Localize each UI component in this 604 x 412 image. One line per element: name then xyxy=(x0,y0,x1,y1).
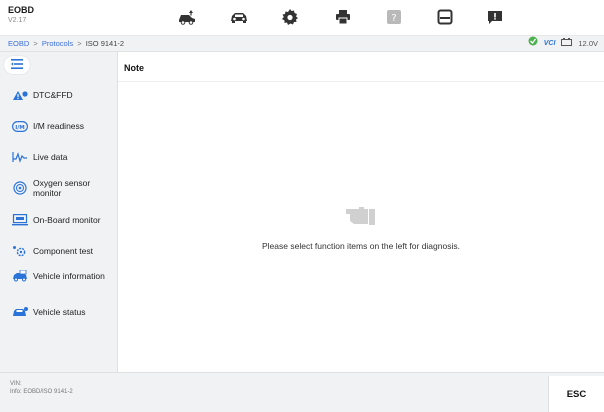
app-title: EOBD xyxy=(8,5,35,15)
help-icon[interactable]: ? xyxy=(383,7,405,27)
info-text: Info: EOBD/ISO 9141-2 xyxy=(10,389,73,395)
sidebar-item-dtc-ffd[interactable]: DTC&FFD xyxy=(0,89,118,101)
sidebar-item-label: Vehicle status xyxy=(33,307,86,317)
voltage-readout: 12.0V xyxy=(578,39,598,48)
vehicle-info-icon xyxy=(12,270,28,282)
dtc-icon xyxy=(12,89,28,101)
battery-icon xyxy=(561,36,573,52)
page-title: Note xyxy=(124,63,144,73)
svg-text:I/M: I/M xyxy=(15,125,25,131)
sidebar-item-im-readiness[interactable]: I/M I/M readiness xyxy=(0,120,118,132)
breadcrumb-separator: > xyxy=(77,39,82,48)
oxygen-sensor-icon xyxy=(12,181,28,195)
breadcrumb-bar: EOBD > Protocols > ISO 9141-2 VCI 12.0V xyxy=(0,36,604,52)
menu-toggle-button[interactable] xyxy=(4,56,30,74)
sidebar-item-oxygen-sensor[interactable]: Oxygen sensor monitor xyxy=(0,178,118,198)
live-data-icon xyxy=(12,151,28,163)
sidebar-item-label: Oxygen sensor monitor xyxy=(33,178,91,198)
sidebar-item-component-test[interactable]: Component test xyxy=(0,245,118,257)
feedback-icon[interactable] xyxy=(484,7,506,27)
menu-list-icon xyxy=(11,56,23,74)
status-area: VCI 12.0V xyxy=(528,36,598,52)
print-icon[interactable] xyxy=(332,7,354,27)
svg-text:?: ? xyxy=(391,13,396,24)
vci-label: VCI xyxy=(543,40,556,47)
instruction-message: Please select function items on the left… xyxy=(262,241,460,251)
breadcrumb-current: ISO 9141-2 xyxy=(85,39,125,48)
diagnose-car-icon[interactable] xyxy=(176,7,198,27)
sidebar-item-vehicle-status[interactable]: Vehicle status xyxy=(0,306,118,318)
app-version: V2.17 xyxy=(8,17,27,24)
sidebar-item-onboard-monitor[interactable]: On-Board monitor xyxy=(0,214,118,226)
top-toolbar: EOBD V2.17 ? xyxy=(0,0,604,36)
main-panel: Note Please select function items on the… xyxy=(118,52,604,372)
title-divider xyxy=(118,81,604,82)
breadcrumb-root[interactable]: EOBD xyxy=(8,39,29,48)
vehicle-status-icon xyxy=(12,306,28,318)
sidebar: DTC&FFD I/M I/M readiness Live data Oxyg… xyxy=(0,52,118,372)
sidebar-item-live-data[interactable]: Live data xyxy=(0,151,118,163)
vin-label: VIN: xyxy=(10,381,22,387)
breadcrumb: EOBD > Protocols > ISO 9141-2 xyxy=(8,36,124,52)
component-test-icon xyxy=(12,245,28,257)
connection-status-icon xyxy=(528,36,538,52)
breadcrumb-separator: > xyxy=(33,39,38,48)
sidebar-item-label: Vehicle information xyxy=(33,271,105,281)
sidebar-item-label: I/M readiness xyxy=(33,121,85,131)
onboard-monitor-icon xyxy=(12,214,28,226)
sidebar-item-label: Live data xyxy=(33,152,68,162)
footer-bar: VIN: Info: EOBD/ISO 9141-2 ESC xyxy=(0,372,604,412)
sidebar-item-label: DTC&FFD xyxy=(33,90,73,100)
sidebar-item-label: Component test xyxy=(33,246,94,256)
pointing-hand-icon xyxy=(346,204,376,231)
vehicle-icon[interactable] xyxy=(228,7,250,27)
im-readiness-icon: I/M xyxy=(12,120,28,132)
save-icon[interactable] xyxy=(434,7,456,27)
breadcrumb-protocols[interactable]: Protocols xyxy=(42,39,73,48)
settings-gear-icon[interactable] xyxy=(279,7,301,27)
sidebar-item-vehicle-information[interactable]: Vehicle information xyxy=(0,270,118,282)
esc-button[interactable]: ESC xyxy=(548,376,604,412)
sidebar-item-label: On-Board monitor xyxy=(33,215,101,225)
